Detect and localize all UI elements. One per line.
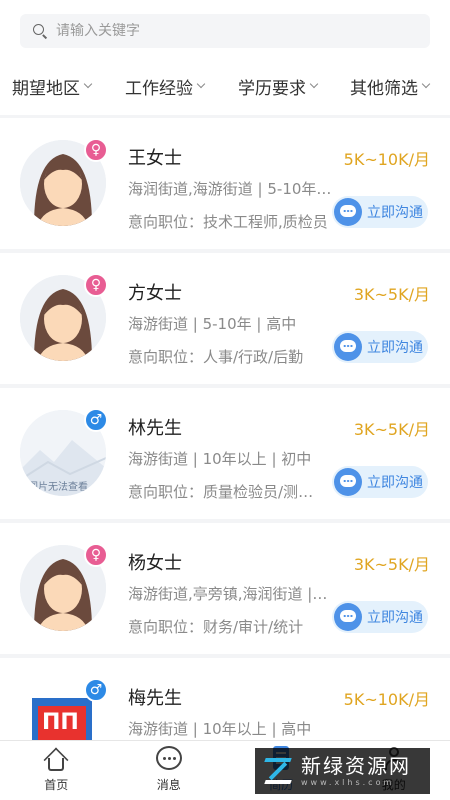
candidate-name: 王女士 bbox=[128, 148, 182, 169]
chat-now-label: 立即沟通 bbox=[367, 340, 423, 356]
candidate-job: 意向职位：技术工程师,质检员 bbox=[128, 213, 328, 231]
chat-now-button[interactable]: 立即沟通 bbox=[332, 601, 428, 633]
salary-range: 3K~5K/月 bbox=[353, 285, 430, 304]
candidate-job: 意向职位：财务/审计/统计 bbox=[128, 618, 304, 636]
search-icon bbox=[32, 23, 48, 39]
chat-now-label: 立即沟通 bbox=[367, 205, 423, 221]
chat-icon bbox=[334, 198, 362, 226]
candidate-card[interactable]: 图片无法查看 ♂ 林先生 3K~5K/月 海游街道 | 10年以上 | 初中 意… bbox=[0, 388, 450, 519]
candidate-name: 杨女士 bbox=[128, 553, 182, 574]
chat-icon bbox=[334, 468, 362, 496]
watermark-title: 新绿资源网 bbox=[301, 754, 411, 778]
filter-bar: 期望地区 工作经验 学历要求 其他筛选 bbox=[0, 66, 450, 106]
chat-now-label: 立即沟通 bbox=[367, 475, 423, 491]
female-gender-icon: ♀ bbox=[84, 138, 108, 162]
tab-home[interactable]: 首页 bbox=[0, 741, 113, 800]
candidate-job: 意向职位：人事/行政/后勤 bbox=[128, 348, 304, 366]
salary-range: 3K~5K/月 bbox=[353, 420, 430, 439]
chat-icon bbox=[334, 333, 362, 361]
chevron-down-icon bbox=[309, 79, 319, 88]
filter-education-label: 学历要求 bbox=[238, 78, 306, 99]
filter-experience[interactable]: 工作经验 bbox=[125, 74, 206, 99]
avatar-caption: 图片无法查看 bbox=[28, 482, 88, 493]
home-icon bbox=[42, 746, 70, 773]
search-box[interactable] bbox=[20, 14, 430, 48]
chevron-down-icon bbox=[196, 79, 206, 88]
female-gender-icon: ♀ bbox=[84, 543, 108, 567]
chat-now-button[interactable]: 立即沟通 bbox=[332, 331, 428, 363]
filter-education[interactable]: 学历要求 bbox=[238, 74, 319, 99]
candidate-job: 意向职位：质量检验员/测试员 bbox=[128, 483, 328, 501]
candidate-card[interactable]: ♀ 杨女士 3K~5K/月 海游街道,亭旁镇,海润街道 | 3-5年 意向职位：… bbox=[0, 523, 450, 654]
chat-now-label: 立即沟通 bbox=[367, 610, 423, 626]
search-input[interactable] bbox=[56, 23, 416, 39]
candidate-name: 梅先生 bbox=[128, 688, 182, 709]
chevron-down-icon bbox=[83, 79, 93, 88]
chevron-down-icon bbox=[421, 79, 431, 88]
candidate-location: 海游街道 | 10年以上 | 初中 bbox=[128, 450, 312, 468]
candidate-card[interactable]: ♀ 方女士 3K~5K/月 海游街道 | 5-10年 | 高中 意向职位：人事/… bbox=[0, 253, 450, 384]
salary-range: 5K~10K/月 bbox=[343, 690, 430, 709]
filter-region[interactable]: 期望地区 bbox=[12, 74, 93, 99]
candidate-location: 海游街道,亭旁镇,海润街道 | 3-5年 bbox=[128, 585, 332, 603]
tab-messages[interactable]: 消息 bbox=[113, 741, 226, 800]
filter-region-label: 期望地区 bbox=[12, 78, 80, 99]
tab-home-label: 首页 bbox=[44, 778, 69, 792]
salary-range: 3K~5K/月 bbox=[353, 555, 430, 574]
top-bar: 期望地区 工作经验 学历要求 其他筛选 bbox=[0, 0, 450, 115]
chat-now-button[interactable]: 立即沟通 bbox=[332, 196, 428, 228]
chat-now-button[interactable]: 立即沟通 bbox=[332, 466, 428, 498]
candidate-name: 林先生 bbox=[128, 418, 182, 439]
male-gender-icon: ♂ bbox=[84, 408, 108, 432]
salary-range: 5K~10K/月 bbox=[343, 150, 430, 169]
watermark-url: www.xlhs.com bbox=[301, 778, 395, 787]
candidate-location: 海游街道 | 10年以上 | 高中 bbox=[128, 720, 312, 738]
filter-other-label: 其他筛选 bbox=[350, 78, 418, 99]
message-icon bbox=[155, 746, 183, 772]
filter-other[interactable]: 其他筛选 bbox=[350, 74, 431, 99]
female-gender-icon: ♀ bbox=[84, 273, 108, 297]
chat-icon bbox=[334, 603, 362, 631]
candidate-name: 方女士 bbox=[128, 283, 182, 304]
filter-experience-label: 工作经验 bbox=[125, 78, 193, 99]
candidate-location: 海游街道 | 5-10年 | 高中 bbox=[128, 315, 297, 333]
tab-messages-label: 消息 bbox=[156, 778, 181, 792]
avatar-caption: ПП bbox=[42, 710, 79, 735]
male-gender-icon: ♂ bbox=[84, 678, 108, 702]
candidate-location: 海润街道,海游街道 | 5-10年 | 高中 bbox=[128, 180, 332, 198]
watermark-banner: 新绿资源网 www.xlhs.com bbox=[255, 748, 430, 794]
watermark-logo-icon bbox=[261, 754, 295, 788]
candidate-card[interactable]: ♀ 王女士 5K~10K/月 海润街道,海游街道 | 5-10年 | 高中 意向… bbox=[0, 118, 450, 249]
